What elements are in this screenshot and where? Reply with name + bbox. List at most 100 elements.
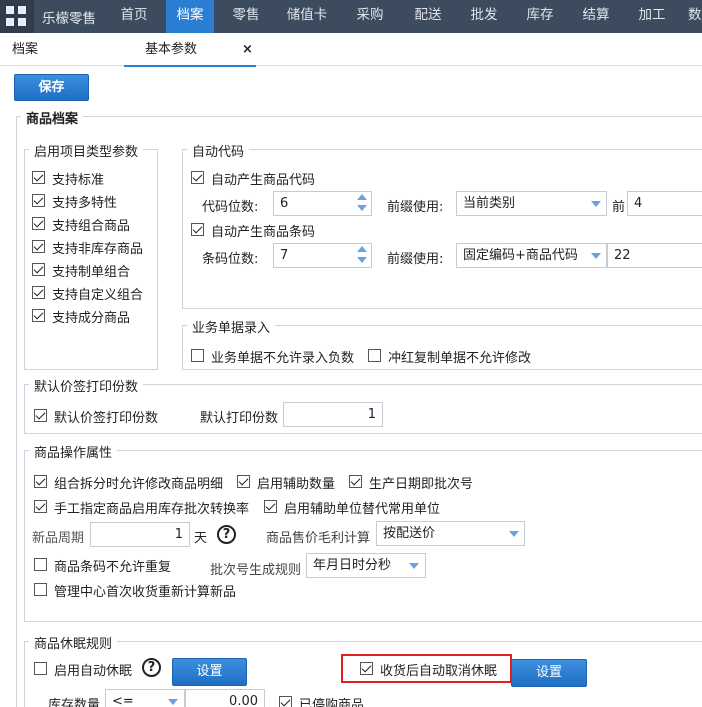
- day-unit-label: 天: [194, 531, 208, 546]
- cancel-dormancy-checkbox[interactable]: [360, 662, 373, 675]
- support-non-stock-label: 支持非库存商品: [52, 242, 144, 257]
- code-digits-value: 6: [280, 196, 289, 211]
- nav-item-processing[interactable]: 加工: [628, 0, 676, 33]
- margin-calc-select[interactable]: 按配送价: [376, 521, 525, 546]
- cancel-dormancy-settings-button[interactable]: 设置: [511, 659, 587, 687]
- barcode-digits-spinner[interactable]: [354, 243, 370, 268]
- new-period-value: 1: [174, 527, 183, 542]
- tab-bar: 档案 基本参数 ×: [0, 33, 702, 67]
- nav-item-stored-value-card[interactable]: 储值卡: [278, 0, 336, 33]
- manual-batch-label: 手工指定商品启用库存批次转换率: [54, 502, 250, 517]
- support-component-label: 支持成分商品: [52, 311, 131, 326]
- prefix-label-2: 前缀使用:: [387, 252, 444, 267]
- new-period-input[interactable]: 1: [90, 522, 190, 547]
- support-multi-attr-checkbox[interactable]: [32, 194, 45, 207]
- chevron-down-icon: [409, 563, 419, 569]
- stopped-goods-checkbox[interactable]: [279, 696, 292, 707]
- help-icon[interactable]: ?: [217, 525, 236, 544]
- chevron-down-icon: [168, 699, 178, 705]
- gen-code-checkbox[interactable]: [191, 171, 204, 184]
- tab-basic-params[interactable]: 基本参数 ×: [124, 33, 256, 67]
- prefix-code-value: 22: [614, 248, 631, 263]
- support-combo-label: 支持组合商品: [52, 219, 131, 234]
- support-component-checkbox[interactable]: [32, 309, 45, 322]
- price-tag-checkbox[interactable]: [34, 409, 47, 422]
- front-digits-value: 4: [634, 196, 643, 211]
- auto-dormancy-label: 启用自动休眠: [54, 664, 133, 679]
- support-order-combo-checkbox[interactable]: [32, 263, 45, 276]
- barcode-digits-label: 条码位数:: [202, 252, 259, 267]
- dormancy-settings-button[interactable]: 设置: [172, 658, 247, 686]
- support-standard-checkbox[interactable]: [32, 171, 45, 184]
- nav-item-purchase[interactable]: 采购: [346, 0, 394, 33]
- close-icon[interactable]: ×: [242, 33, 253, 67]
- stock-qty-label: 库存数量: [48, 698, 101, 707]
- support-standard-label: 支持标准: [52, 173, 105, 188]
- batch-rule-label: 批次号生成规则: [210, 563, 302, 578]
- aux-qty-checkbox[interactable]: [237, 475, 250, 488]
- nav-item-retail[interactable]: 零售: [222, 0, 270, 33]
- aux-unit-checkbox[interactable]: [264, 500, 277, 513]
- prefix-select-1-value: 当前类别: [463, 196, 516, 211]
- save-button[interactable]: 保存: [14, 74, 89, 101]
- aux-unit-label: 启用辅助单位替代常用单位: [284, 502, 441, 517]
- batch-rule-select[interactable]: 年月日时分秒: [306, 553, 426, 578]
- prefix-select-2[interactable]: 固定编码+商品代码: [456, 243, 607, 268]
- app-grid-icon[interactable]: [0, 0, 34, 33]
- nav-item-archive[interactable]: 档案: [166, 0, 214, 33]
- goods-ops-legend: 商品操作属性: [29, 442, 118, 461]
- nav-item-settlement[interactable]: 结算: [572, 0, 620, 33]
- batch-date-checkbox[interactable]: [349, 475, 362, 488]
- top-nav: 乐檬零售 首页 档案 零售 储值卡 采购 配送 批发 库存 结算 加工 数: [0, 0, 702, 33]
- barcode-no-dup-label: 商品条码不允许重复: [54, 560, 172, 575]
- new-period-label: 新品周期: [32, 531, 85, 546]
- brand-name: 乐檬零售: [42, 11, 96, 27]
- business-entry-legend: 业务单据录入: [187, 317, 276, 336]
- split-modify-checkbox[interactable]: [34, 475, 47, 488]
- no-modify-label: 冲红复制单据不允许修改: [388, 351, 532, 366]
- nav-item-home[interactable]: 首页: [112, 0, 156, 33]
- margin-calc-value: 按配送价: [383, 526, 436, 541]
- help-icon[interactable]: ?: [142, 658, 161, 677]
- cancel-dormancy-label: 收货后自动取消休眠: [380, 664, 498, 679]
- prefix-label-1: 前缀使用:: [387, 200, 444, 215]
- no-negative-checkbox[interactable]: [191, 349, 204, 362]
- gen-code-label: 自动产生商品代码: [211, 173, 316, 188]
- barcode-digits-value: 7: [280, 248, 289, 263]
- code-digits-label: 代码位数:: [202, 200, 259, 215]
- copies-input[interactable]: 1: [283, 402, 383, 427]
- prefix-select-2-value: 固定编码+商品代码: [463, 248, 578, 263]
- no-modify-checkbox[interactable]: [368, 349, 381, 362]
- gen-barcode-checkbox[interactable]: [191, 223, 204, 236]
- support-non-stock-checkbox[interactable]: [32, 240, 45, 253]
- recalc-new-label: 管理中心首次收货重新计算新品: [54, 585, 237, 600]
- support-custom-combo-label: 支持自定义组合: [52, 288, 144, 303]
- manual-batch-checkbox[interactable]: [34, 500, 47, 513]
- nav-item-wholesale[interactable]: 批发: [460, 0, 508, 33]
- support-order-combo-label: 支持制单组合: [52, 265, 131, 280]
- chevron-down-icon: [591, 201, 601, 207]
- section-title: 商品档案: [21, 108, 84, 127]
- tab-archive[interactable]: 档案: [0, 33, 124, 66]
- price-tag-label: 默认价签打印份数: [54, 411, 159, 426]
- chevron-down-icon: [591, 253, 601, 259]
- prefix-select-1[interactable]: 当前类别: [456, 191, 607, 216]
- front-digits-input[interactable]: 4: [627, 191, 702, 216]
- tab-basic-params-label: 基本参数: [145, 42, 198, 57]
- copies-label: 默认打印份数: [200, 411, 279, 426]
- batch-date-label: 生产日期即批次号: [369, 477, 474, 492]
- chevron-down-icon: [509, 531, 519, 537]
- nav-item-distribution[interactable]: 配送: [404, 0, 452, 33]
- stock-qty-input[interactable]: 0.00: [185, 689, 265, 707]
- support-custom-combo-checkbox[interactable]: [32, 286, 45, 299]
- enable-types-legend: 启用项目类型参数: [29, 141, 144, 160]
- barcode-no-dup-checkbox[interactable]: [34, 558, 47, 571]
- prefix-code-input[interactable]: 22: [607, 243, 702, 268]
- recalc-new-checkbox[interactable]: [34, 583, 47, 596]
- support-combo-checkbox[interactable]: [32, 217, 45, 230]
- auto-dormancy-checkbox[interactable]: [34, 662, 47, 675]
- nav-item-data[interactable]: 数: [688, 0, 702, 33]
- nav-item-inventory[interactable]: 库存: [516, 0, 564, 33]
- code-digits-spinner[interactable]: [354, 191, 370, 216]
- support-multi-attr-label: 支持多特性: [52, 196, 118, 211]
